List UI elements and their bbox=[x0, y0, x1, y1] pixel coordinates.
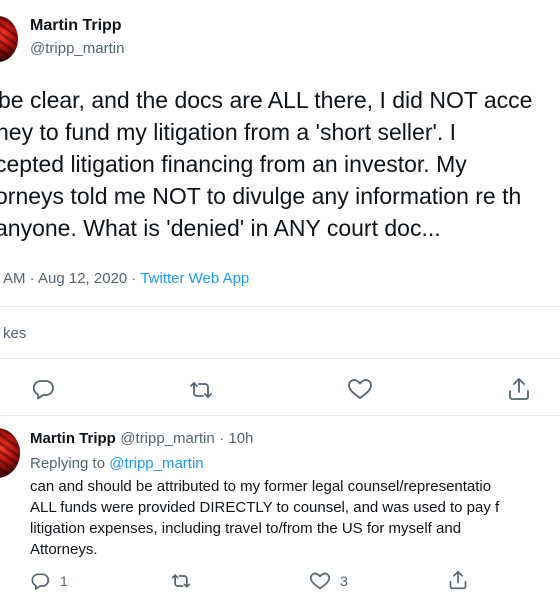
reply-avatar[interactable] bbox=[0, 428, 20, 478]
divider bbox=[0, 358, 560, 359]
reply-text-line: Attorneys. bbox=[30, 541, 98, 558]
heart-icon[interactable] bbox=[347, 377, 373, 401]
retweet-icon[interactable] bbox=[170, 571, 192, 591]
reply-count: 1 bbox=[60, 573, 68, 589]
reply-header: Martin Tripp @tripp_martin · 10h bbox=[30, 430, 253, 448]
main-tweet-text-line: anyone. What is 'denied' in ANY court do… bbox=[0, 215, 441, 241]
heart-icon[interactable] bbox=[309, 571, 331, 591]
main-tweet-likes-label[interactable]: kes bbox=[3, 325, 26, 342]
main-tweet-text: be clear, and the docs are ALL there, I … bbox=[0, 84, 532, 244]
main-tweet-author-name[interactable]: Martin Tripp bbox=[30, 17, 122, 35]
divider bbox=[0, 415, 560, 416]
main-tweet-text-line: orneys told me NOT to divulge any inform… bbox=[0, 183, 522, 209]
share-icon[interactable] bbox=[448, 569, 468, 591]
share-icon[interactable] bbox=[507, 376, 531, 402]
reply-text-line: ALL funds were provided DIRECTLY to coun… bbox=[30, 499, 500, 516]
main-tweet-author-handle[interactable]: @tripp_martin bbox=[30, 40, 124, 57]
reply-text: can and should be attributed to my forme… bbox=[30, 476, 499, 560]
reply-icon[interactable] bbox=[31, 377, 55, 401]
reply-timestamp[interactable]: · 10h bbox=[219, 430, 253, 447]
reply-author-name[interactable]: Martin Tripp bbox=[30, 430, 116, 447]
divider bbox=[0, 306, 560, 307]
replying-to: Replying to @tripp_martin bbox=[30, 455, 204, 472]
reply-text-line: can and should be attributed to my forme… bbox=[30, 478, 492, 495]
main-tweet-text-line: be clear, and the docs are ALL there, I … bbox=[0, 87, 533, 113]
main-tweet-source-link[interactable]: Twitter Web App bbox=[140, 270, 249, 287]
retweet-icon[interactable] bbox=[188, 378, 214, 402]
main-tweet-text-line: ney to fund my litigation from a 'short … bbox=[0, 119, 457, 145]
like-count: 3 bbox=[340, 573, 348, 589]
replying-to-handle[interactable]: @tripp_martin bbox=[109, 455, 203, 472]
reply-icon[interactable] bbox=[30, 571, 50, 591]
main-tweet-meta: AM · Aug 12, 2020 · Twitter Web App bbox=[3, 270, 249, 287]
main-tweet-timestamp[interactable]: AM · Aug 12, 2020 · bbox=[3, 270, 140, 287]
replying-to-prefix: Replying to bbox=[30, 455, 110, 472]
main-tweet-text-line: cepted litigation financing from an inve… bbox=[0, 151, 467, 177]
reply-text-line: litigation expenses, including travel to… bbox=[30, 520, 462, 537]
main-tweet-avatar[interactable] bbox=[0, 16, 18, 62]
reply-author-handle[interactable]: @tripp_martin bbox=[120, 430, 214, 447]
